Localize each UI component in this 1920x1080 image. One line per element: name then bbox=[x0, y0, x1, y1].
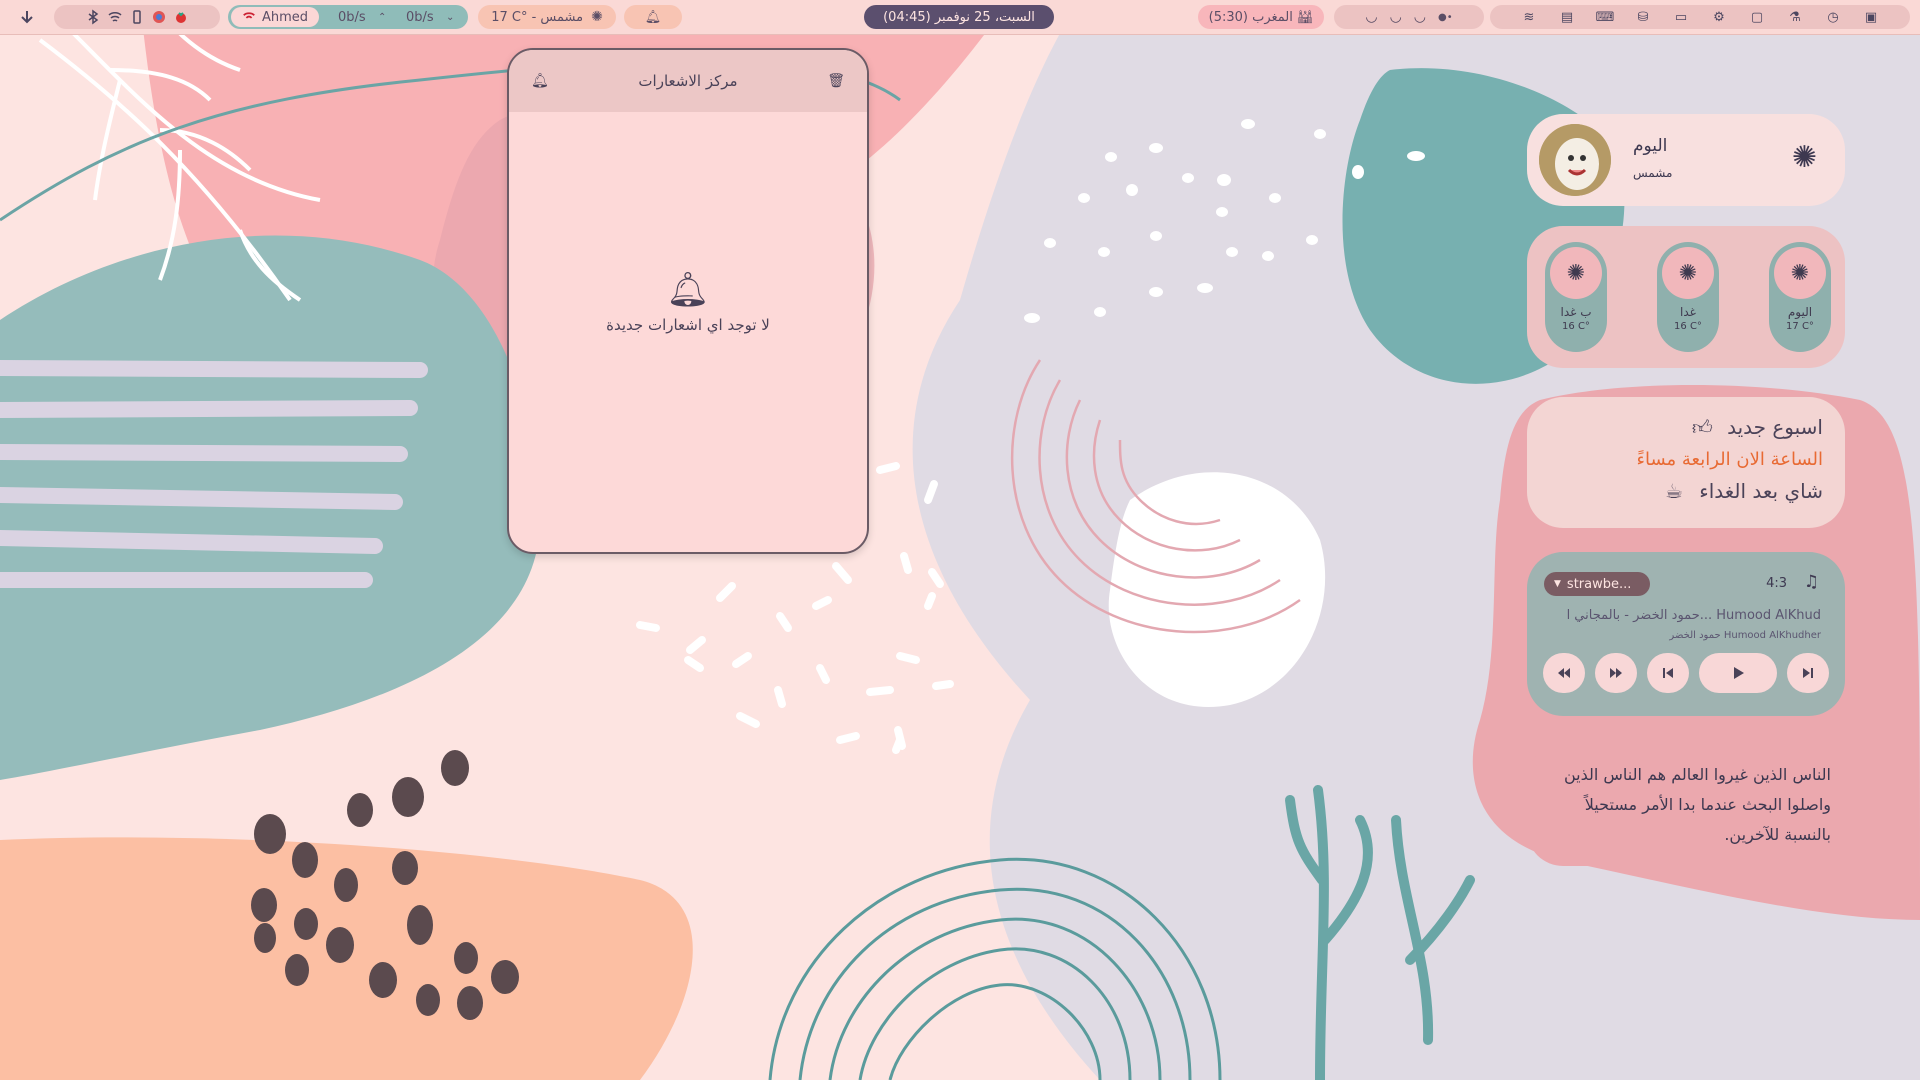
forecast-day-temp: 16 C° bbox=[1674, 321, 1702, 332]
message-text-1: اسبوع جديد bbox=[1727, 415, 1823, 439]
forecast-widget: ✺ ب غدا 16 C° ✺ غدا 16 C° ✺ اليوم 17 C° bbox=[1527, 226, 1845, 368]
layers-icon[interactable]: ≋ bbox=[1518, 6, 1540, 28]
message-widget: اسبوع جديد 👍︎ الساعة الان الرابعة مساءً … bbox=[1527, 397, 1845, 528]
bell-check-icon: 🔔︎ bbox=[666, 270, 710, 310]
weather-title: اليوم bbox=[1633, 136, 1668, 156]
quote-widget: الناس الذين غيروا العالم هم الناس الذين … bbox=[1527, 744, 1845, 866]
workspace-3[interactable]: ◡ bbox=[1414, 9, 1426, 25]
avatar bbox=[1539, 124, 1611, 196]
track-title: حمود الخضر - بالمجاني ا... Humood AlKhud bbox=[1566, 608, 1821, 623]
message-line-2: الساعة الان الرابعة مساءً bbox=[1636, 449, 1823, 470]
keyboard-icon[interactable]: ⌨ bbox=[1594, 6, 1616, 28]
message-line-3: شاي بعد الغداء ☕︎ bbox=[1665, 479, 1823, 503]
network-pill[interactable]: Ahmed 0b/s ⌃ 0b/s ⌄ bbox=[228, 5, 468, 29]
download-speed: 0b/s bbox=[406, 9, 434, 25]
empty-text: لا توجد اي اشعارات جديدة bbox=[606, 316, 770, 334]
player-selector[interactable]: ▼ strawbe... bbox=[1544, 572, 1650, 596]
workspace-2[interactable]: ◡ bbox=[1390, 9, 1402, 25]
weather-text: 17 C° - مشمس bbox=[491, 9, 584, 25]
weather-pill[interactable]: 17 C° - مشمس ✺ bbox=[478, 5, 616, 29]
bell-icon[interactable]: 🔔︎ bbox=[531, 73, 549, 89]
clock-icon[interactable]: ◷ bbox=[1822, 6, 1844, 28]
trash-icon[interactable]: 🗑︎ bbox=[827, 73, 845, 89]
sun-icon: ✺ bbox=[1791, 140, 1817, 175]
notification-title: مركز الاشعارات bbox=[638, 72, 738, 90]
coffee-icon: ☕︎ bbox=[1665, 479, 1683, 503]
system-tray bbox=[54, 5, 220, 29]
bluetooth-icon[interactable] bbox=[82, 6, 104, 28]
weather-widget: اليوم مشمس ✺ bbox=[1527, 114, 1845, 206]
wifi-icon bbox=[242, 6, 256, 28]
battery-icon[interactable] bbox=[126, 6, 148, 28]
forecast-day-temp: 16 C° bbox=[1562, 321, 1590, 332]
download-arrow-icon: ⌄ bbox=[446, 11, 455, 23]
chat-icon[interactable]: ▭ bbox=[1670, 6, 1692, 28]
forecast-day-name: اليوم bbox=[1787, 305, 1813, 319]
flask-icon[interactable]: ⚗ bbox=[1784, 6, 1806, 28]
track-artist: حمود الخضر Humood AlKhudher bbox=[1669, 630, 1821, 641]
prayer-text: المغرب (5:30) bbox=[1208, 9, 1293, 25]
workspace-1[interactable]: ◡ bbox=[1365, 9, 1377, 25]
music-note-icon: ♫ bbox=[1803, 572, 1819, 592]
music-player: ▼ strawbe... 4:3 ♫ حمود الخضر - بالمجاني… bbox=[1527, 552, 1845, 716]
tomato-icon[interactable] bbox=[170, 6, 192, 28]
fast-forward-button[interactable] bbox=[1595, 653, 1637, 693]
clock[interactable]: (04:45) السبت، 25 نوفمبر bbox=[864, 5, 1054, 29]
download-icon[interactable] bbox=[16, 6, 38, 28]
forecast-day-name: غدا bbox=[1680, 305, 1696, 319]
forecast-day: ✺ غدا 16 C° bbox=[1657, 242, 1719, 352]
notification-header: 🔔︎ مركز الاشعارات 🗑︎ bbox=[509, 50, 867, 112]
files-icon[interactable]: ▤ bbox=[1556, 6, 1578, 28]
forecast-day-temp: 17 C° bbox=[1786, 321, 1814, 332]
notification-center: 🔔︎ مركز الاشعارات 🗑︎ 🔔︎ لا توجد اي اشعار… bbox=[507, 48, 869, 554]
notifications-button[interactable]: 🔔︎ bbox=[624, 5, 682, 29]
upload-speed: 0b/s bbox=[338, 9, 366, 25]
chrome-icon[interactable] bbox=[148, 6, 170, 28]
thumbs-up-icon: 👍︎ bbox=[1691, 415, 1713, 439]
previous-button[interactable] bbox=[1647, 653, 1689, 693]
message-line-1: اسبوع جديد 👍︎ bbox=[1692, 415, 1823, 440]
username: Ahmed bbox=[261, 9, 309, 25]
sun-icon: ✺ bbox=[591, 9, 603, 25]
next-button[interactable] bbox=[1787, 653, 1829, 693]
chevron-down-icon: ▼ bbox=[1554, 579, 1561, 589]
forecast-day: ✺ ب غدا 16 C° bbox=[1545, 242, 1607, 352]
forecast-day-name: ب غدا bbox=[1560, 305, 1592, 319]
play-button[interactable] bbox=[1699, 653, 1777, 693]
prayer-times[interactable]: المغرب (5:30) 🕌︎ bbox=[1198, 5, 1324, 29]
top-bar: Ahmed 0b/s ⌃ 0b/s ⌄ 17 C° - مشمس ✺ 🔔︎ (0… bbox=[0, 0, 1920, 35]
mosque-icon: 🕌︎ bbox=[1296, 9, 1314, 25]
workspace-more[interactable]: ●• bbox=[1438, 12, 1453, 23]
rewind-button[interactable] bbox=[1543, 653, 1585, 693]
settings-icon[interactable]: ⚙ bbox=[1708, 6, 1730, 28]
sun-icon: ✺ bbox=[1790, 260, 1810, 286]
forecast-day: ✺ اليوم 17 C° bbox=[1769, 242, 1831, 352]
message-text-3: شاي بعد الغداء bbox=[1699, 479, 1823, 503]
disk-icon[interactable]: ⛁ bbox=[1632, 6, 1654, 28]
wifi-icon[interactable] bbox=[104, 6, 126, 28]
app-launcher-tray: ≋ ▤ ⌨ ⛁ ▭ ⚙ ▢ ⚗ ◷ ▣ bbox=[1490, 5, 1910, 29]
empty-state: 🔔︎ لا توجد اي اشعارات جديدة bbox=[509, 270, 867, 334]
player-name: strawbe... bbox=[1566, 576, 1632, 592]
weather-condition: مشمس bbox=[1633, 166, 1673, 180]
quote-text: الناس الذين غيروا العالم هم الناس الذين … bbox=[1563, 765, 1831, 844]
bell-icon: 🔔︎ bbox=[644, 9, 662, 25]
workspace-switcher[interactable]: ◡ ◡ ◡ ●• bbox=[1334, 5, 1484, 29]
upload-icon: ⌃ bbox=[378, 11, 387, 23]
aspect-ratio: 4:3 bbox=[1766, 576, 1787, 591]
clock-text: (04:45) السبت، 25 نوفمبر bbox=[883, 9, 1035, 25]
terminal-icon[interactable]: ▣ bbox=[1860, 6, 1882, 28]
sun-icon: ✺ bbox=[1678, 260, 1698, 286]
folder-icon[interactable]: ▢ bbox=[1746, 6, 1768, 28]
sun-icon: ✺ bbox=[1566, 260, 1586, 286]
